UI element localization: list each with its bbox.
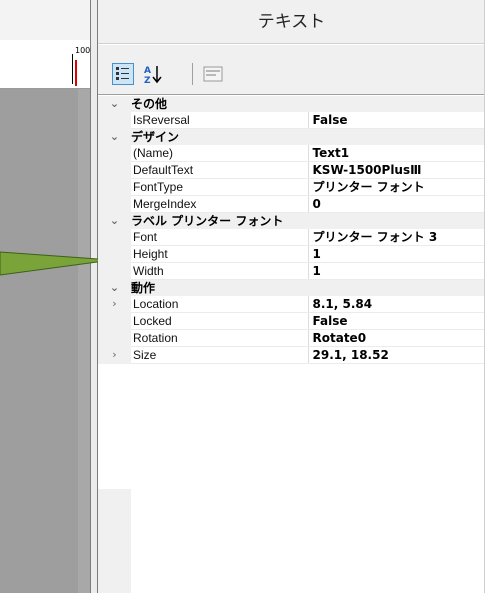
toolbar-separator xyxy=(192,63,193,85)
svg-text:Z: Z xyxy=(144,76,151,85)
property-name: Size xyxy=(131,346,309,364)
properties-toolbar: A Z xyxy=(98,45,485,95)
property-row[interactable]: Height 1 xyxy=(98,245,485,263)
property-name: Height xyxy=(131,245,309,263)
property-pages-icon xyxy=(203,66,223,82)
property-row[interactable]: Locked False xyxy=(98,312,485,330)
ruler-position-marker xyxy=(75,60,77,86)
property-value[interactable]: 1 xyxy=(308,245,485,263)
pane-splitter[interactable] xyxy=(90,0,98,593)
property-name: Location xyxy=(131,296,309,313)
design-canvas[interactable] xyxy=(0,89,90,593)
property-value[interactable]: False xyxy=(308,312,485,330)
ruler-tick xyxy=(72,54,73,84)
property-row[interactable]: MergeIndex 0 xyxy=(98,195,485,213)
property-value[interactable]: プリンター フォント xyxy=(308,178,485,196)
ruler-label: 100 xyxy=(75,46,91,55)
collapse-chevron-icon[interactable]: ⌄ xyxy=(110,214,119,227)
canvas-scroll-edge xyxy=(78,89,90,593)
categorized-view-button[interactable] xyxy=(112,63,134,85)
category-label: その他 xyxy=(131,96,485,112)
property-row[interactable]: IsReversal False xyxy=(98,112,485,129)
property-name: IsReversal xyxy=(131,112,309,129)
property-name: Width xyxy=(131,262,309,280)
svg-text:A: A xyxy=(144,66,151,76)
property-value[interactable]: Rotate0 xyxy=(308,329,485,347)
property-row[interactable]: (Name) Text1 xyxy=(98,145,485,162)
expand-chevron-icon[interactable]: › xyxy=(112,348,116,361)
category-row[interactable]: ⌄ その他 xyxy=(98,96,485,112)
category-row[interactable]: ⌄ 動作 xyxy=(98,279,485,296)
property-row[interactable]: Width 1 xyxy=(98,262,485,280)
properties-panel: テキスト A Z ⌄ その他 IsReversal False ⌄ デザイン (… xyxy=(98,0,485,593)
expand-chevron-icon[interactable]: › xyxy=(112,297,116,310)
categorized-view-icon xyxy=(116,67,129,80)
alphabetical-sort-button[interactable]: A Z xyxy=(142,63,164,86)
property-name: DefaultText xyxy=(131,161,309,179)
category-label: 動作 xyxy=(131,279,485,296)
alphabetical-sort-icon: A Z xyxy=(144,66,162,86)
property-name: Rotation xyxy=(131,329,309,347)
designer-toolbar-strip xyxy=(0,0,90,41)
property-row[interactable]: › Size 29.1, 18.52 xyxy=(98,346,485,364)
property-pages-button[interactable] xyxy=(202,63,224,85)
property-row[interactable]: › Location 8.1, 5.84 xyxy=(98,296,485,313)
property-value[interactable]: KSW-1500PlusⅢ xyxy=(308,161,485,179)
property-name: FontType xyxy=(131,178,309,196)
collapse-chevron-icon[interactable]: ⌄ xyxy=(110,130,119,143)
grid-gutter-fill xyxy=(98,489,131,593)
property-value[interactable]: 8.1, 5.84 xyxy=(308,296,485,313)
property-value[interactable]: 29.1, 18.52 xyxy=(308,346,485,364)
category-row[interactable]: ⌄ デザイン xyxy=(98,128,485,145)
property-name: Locked xyxy=(131,312,309,330)
property-row[interactable]: FontType プリンター フォント xyxy=(98,178,485,196)
property-value[interactable]: Text1 xyxy=(308,145,485,162)
collapse-chevron-icon[interactable]: ⌄ xyxy=(110,281,119,294)
property-name: Font xyxy=(131,229,309,246)
property-name: MergeIndex xyxy=(131,195,309,213)
panel-title: テキスト xyxy=(98,0,485,44)
property-value[interactable]: プリンター フォント 3 xyxy=(308,229,485,246)
property-grid: ⌄ その他 IsReversal False ⌄ デザイン (Name) Tex… xyxy=(98,96,485,364)
property-name: (Name) xyxy=(131,145,309,162)
property-row[interactable]: Font プリンター フォント 3 xyxy=(98,229,485,246)
property-row[interactable]: DefaultText KSW-1500PlusⅢ xyxy=(98,161,485,179)
category-label: デザイン xyxy=(131,128,485,145)
property-row[interactable]: Rotation Rotate0 xyxy=(98,329,485,347)
property-value[interactable]: 0 xyxy=(308,195,485,213)
property-value[interactable]: 1 xyxy=(308,262,485,280)
collapse-chevron-icon[interactable]: ⌄ xyxy=(110,97,119,110)
property-value[interactable]: False xyxy=(308,112,485,129)
category-label: ラベル プリンター フォント xyxy=(131,212,485,229)
category-row[interactable]: ⌄ ラベル プリンター フォント xyxy=(98,212,485,229)
